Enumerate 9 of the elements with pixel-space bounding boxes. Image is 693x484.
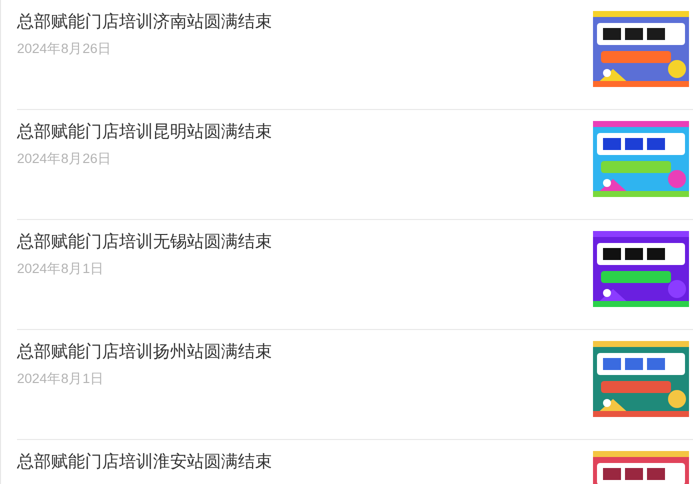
article-title[interactable]: 总部赋能门店培训济南站圆满结束 xyxy=(17,10,272,34)
article-date: 2024年8月26日 xyxy=(17,40,113,58)
article-title[interactable]: 总部赋能门店培训淮安站圆满结束 xyxy=(17,450,272,474)
article-date: 2024年8月26日 xyxy=(17,150,113,168)
article-date: 2024年8月1日 xyxy=(17,370,106,388)
article-date: 2024年8月1日 xyxy=(17,260,106,278)
article-title[interactable]: 总部赋能门店培训无锡站圆满结束 xyxy=(17,230,272,254)
article-title[interactable]: 总部赋能门店培训昆明站圆满结束 xyxy=(17,120,272,144)
article-title[interactable]: 总部赋能门店培训扬州站圆满结束 xyxy=(17,340,272,364)
